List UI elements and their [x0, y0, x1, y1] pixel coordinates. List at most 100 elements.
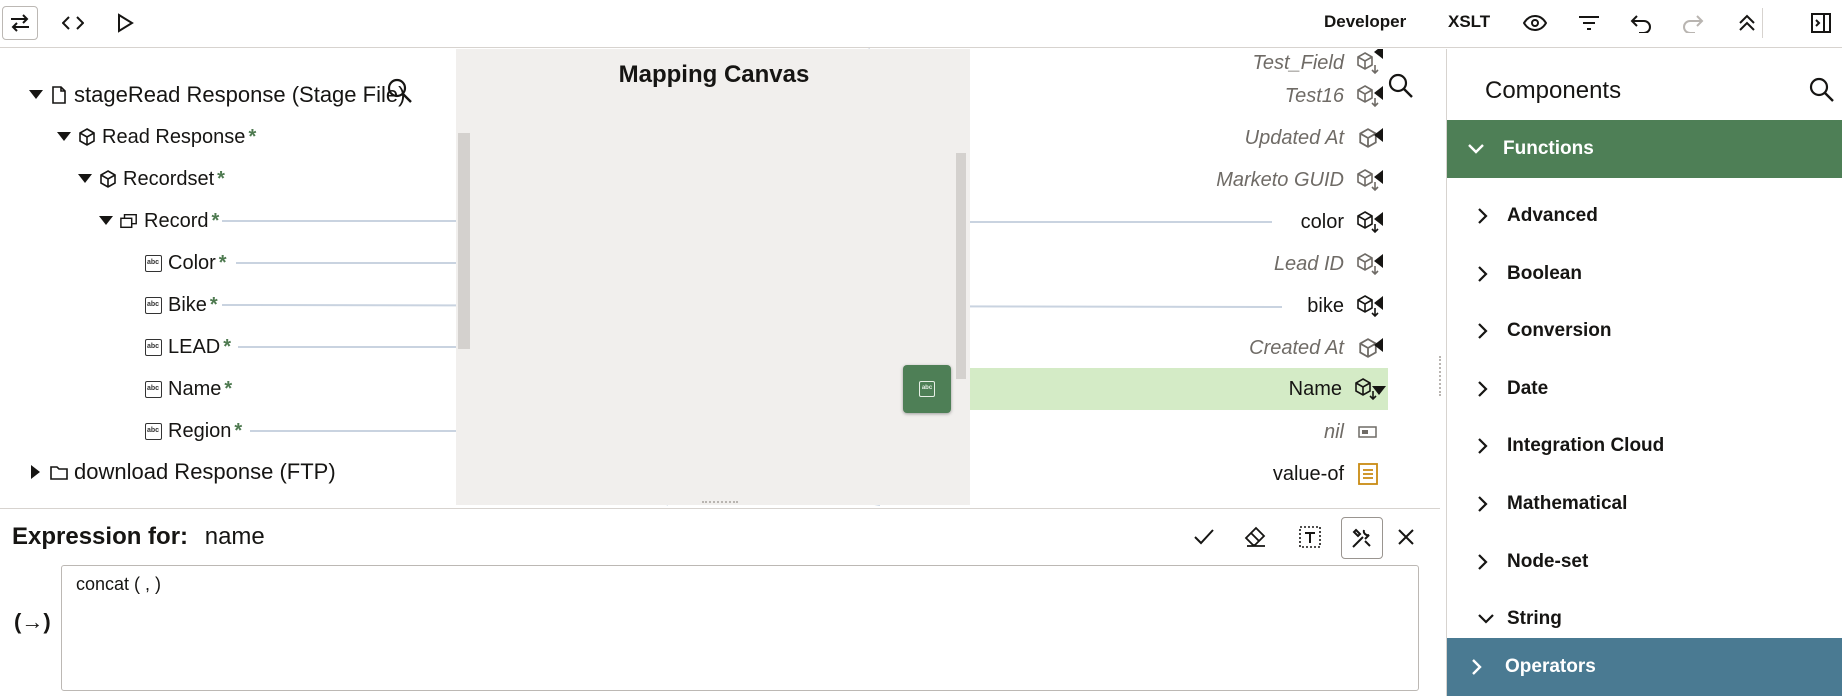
play-icon[interactable]: [108, 6, 142, 40]
target-row[interactable]: Marketo GUID: [970, 160, 1390, 200]
code-icon[interactable]: [56, 6, 90, 40]
component-category[interactable]: Conversion: [1477, 311, 1612, 351]
component-category[interactable]: Integration Cloud: [1477, 426, 1664, 466]
expression-title: Expression for: name: [12, 523, 265, 551]
required-mark: *: [248, 125, 257, 148]
xslt-mode[interactable]: XSLT: [1448, 12, 1490, 32]
expression-editor[interactable]: concat ( , ): [61, 565, 1419, 691]
target-row[interactable]: color: [970, 202, 1390, 242]
close-icon[interactable]: [1386, 517, 1426, 557]
mapping-canvas[interactable]: Mapping Canvas: [474, 49, 954, 505]
target-label: Marketo GUID: [1216, 168, 1344, 191]
redo-icon[interactable]: [1678, 6, 1708, 40]
cube-icon: [78, 128, 96, 146]
required-mark: *: [217, 167, 225, 190]
panel-resize-handle[interactable]: [1439, 356, 1443, 396]
chevron-right-icon: [1471, 658, 1483, 676]
target-row[interactable]: Created At: [970, 328, 1390, 368]
undo-icon[interactable]: [1626, 6, 1656, 40]
tree-node-download[interactable]: download Response (FTP): [28, 455, 336, 489]
component-category[interactable]: Node-set: [1477, 542, 1588, 582]
tree-node-field[interactable]: abc Region *: [144, 414, 242, 448]
target-row[interactable]: nil: [970, 412, 1390, 452]
chevron-left-icon[interactable]: [1374, 212, 1384, 231]
eraser-icon[interactable]: [1236, 517, 1276, 557]
component-category[interactable]: Boolean: [1477, 254, 1582, 294]
panel-toggle-icon[interactable]: [1806, 6, 1836, 40]
target-row[interactable]: Test16: [970, 76, 1390, 116]
check-icon[interactable]: [1184, 517, 1224, 557]
expression-toggle-icon[interactable]: (→): [14, 609, 51, 635]
search-icon[interactable]: [1388, 73, 1414, 104]
swap-icon[interactable]: [2, 6, 38, 40]
tree-node-field[interactable]: abc Bike *: [144, 288, 218, 322]
tree-node-label: Bike: [168, 293, 207, 316]
chevron-down-icon: [1478, 614, 1494, 624]
tools-icon[interactable]: [1341, 517, 1383, 559]
search-icon[interactable]: [386, 77, 414, 105]
tree-node-field[interactable]: abc Color *: [144, 246, 227, 280]
tree-node-label: Name: [168, 377, 222, 400]
components-title: Components: [1485, 77, 1622, 104]
resize-handle[interactable]: [702, 501, 738, 505]
chevron-down-icon[interactable]: [1372, 383, 1386, 401]
tree-node-read-response[interactable]: Read Response *: [56, 120, 256, 154]
functions-header[interactable]: Functions: [1447, 120, 1842, 178]
chevron-left-icon[interactable]: [1374, 128, 1384, 147]
target-label: value-of: [1272, 462, 1344, 485]
component-category[interactable]: Mathematical: [1477, 484, 1627, 524]
chevron-right-icon: [1478, 208, 1488, 224]
chevron-left-icon[interactable]: [1374, 338, 1384, 357]
function-node[interactable]: abc: [903, 365, 951, 413]
component-category[interactable]: String: [1477, 599, 1562, 639]
chevron-down-icon[interactable]: [28, 87, 44, 103]
chevron-right-icon: [1478, 381, 1488, 397]
developer-mode[interactable]: Developer: [1324, 12, 1406, 32]
tree-node-field[interactable]: abc Name *: [144, 372, 232, 406]
expression-target: name: [204, 523, 265, 550]
chevron-down-icon[interactable]: [77, 171, 93, 187]
scroll-thumb[interactable]: [956, 153, 966, 379]
eye-icon[interactable]: [1520, 6, 1550, 40]
target-label: Updated At: [1244, 126, 1344, 149]
component-category[interactable]: Advanced: [1477, 196, 1598, 236]
chevron-right-icon: [1478, 438, 1488, 454]
required-mark: *: [218, 251, 227, 274]
component-label: Boolean: [1507, 263, 1582, 284]
chevron-right-icon[interactable]: [28, 464, 44, 480]
chevron-left-icon[interactable]: [1374, 296, 1384, 315]
operators-header[interactable]: Operators: [1447, 638, 1842, 696]
target-row[interactable]: value-of: [970, 454, 1390, 494]
chevron-left-icon[interactable]: [1374, 254, 1384, 273]
text-field-icon: abc: [144, 380, 162, 398]
target-row-selected[interactable]: Name: [970, 368, 1388, 410]
tree-node-recordset[interactable]: Recordset *: [77, 162, 225, 196]
scroll-thumb[interactable]: [458, 133, 470, 349]
chevron-left-icon[interactable]: [1374, 49, 1384, 64]
source-panel: stageRead Response (Stage File) Read Res…: [0, 49, 472, 505]
top-toolbar: Developer XSLT: [0, 0, 1842, 48]
chevron-down-icon[interactable]: [98, 213, 114, 229]
target-row[interactable]: Updated At: [970, 118, 1390, 158]
text-field-icon: abc: [144, 254, 162, 272]
tree-node-label: Recordset: [123, 167, 215, 190]
chevron-left-icon[interactable]: [1374, 170, 1384, 189]
collapse-all-icon[interactable]: [1732, 6, 1762, 40]
chevron-left-icon[interactable]: [1374, 86, 1384, 105]
search-icon[interactable]: [1809, 77, 1835, 108]
chevron-down-icon[interactable]: [56, 129, 72, 145]
text-field-icon: abc: [144, 338, 162, 356]
tree-node-field[interactable]: abc LEAD *: [144, 330, 231, 364]
component-label: String: [1507, 608, 1562, 629]
value-of-icon: [1356, 462, 1380, 486]
filter-icon[interactable]: [1574, 6, 1604, 40]
target-row[interactable]: Lead ID: [970, 244, 1390, 284]
tree-node-stage-read[interactable]: stageRead Response (Stage File): [28, 78, 405, 112]
target-scrollbar[interactable]: [954, 49, 970, 505]
target-row[interactable]: bike: [970, 286, 1390, 326]
text-format-icon[interactable]: [1290, 517, 1330, 557]
tree-node-record[interactable]: Record *: [98, 204, 219, 238]
source-scrollbar[interactable]: [456, 49, 474, 505]
functions-label: Functions: [1503, 138, 1594, 159]
component-category[interactable]: Date: [1477, 369, 1548, 409]
